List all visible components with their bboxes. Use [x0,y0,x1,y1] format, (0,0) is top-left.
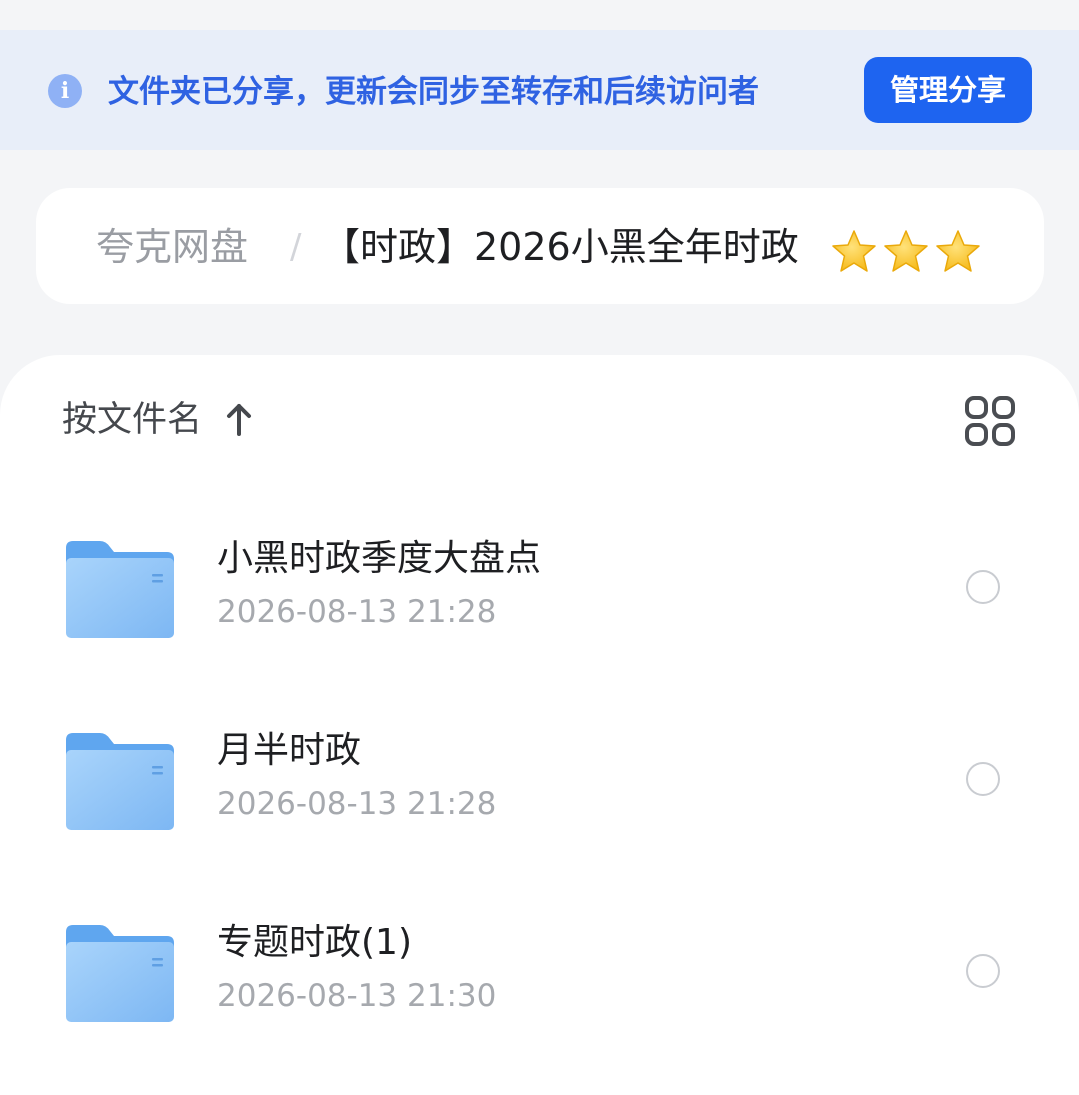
breadcrumb-root-link[interactable]: 夸克网盘 [96,224,248,270]
breadcrumb-current-folder: 【时政】2026小黑全年时政 [322,225,799,269]
select-radio[interactable] [966,570,1000,604]
file-row[interactable]: 月半时政 2026-08-13 21:28 [0,712,1079,862]
info-icon: i [48,74,82,108]
file-row[interactable]: 小黑时政季度大盘点 2026-08-13 21:28 [0,520,1079,670]
folder-icon [66,925,174,1022]
folder-icon [66,541,174,638]
star-icon [832,230,876,272]
grid-view-icon[interactable] [964,395,1016,447]
file-name: 专题时政(1) [217,922,412,963]
share-notice-banner: i 文件夹已分享，更新会同步至转存和后续访问者 管理分享 [0,30,1079,150]
file-name: 月半时政 [217,730,362,771]
share-folder-page: i 文件夹已分享，更新会同步至转存和后续访问者 管理分享 夸克网盘 / 【时政】… [0,0,1079,1095]
file-date: 2026-08-13 21:28 [217,594,497,630]
breadcrumb: 夸克网盘 / 【时政】2026小黑全年时政 [36,188,1044,304]
star-rating [830,228,982,276]
breadcrumb-separator: / [290,227,302,267]
sort-by-name-button[interactable]: 按文件名 [62,398,202,442]
share-notice-text: 文件夹已分享，更新会同步至转存和后续访问者 [108,74,759,110]
file-date: 2026-08-13 21:30 [217,978,497,1014]
manage-share-button[interactable]: 管理分享 [864,57,1032,123]
file-date: 2026-08-13 21:28 [217,786,497,822]
arrow-up-icon[interactable] [224,402,254,438]
star-icon [884,230,928,272]
select-radio[interactable] [966,762,1000,796]
select-radio[interactable] [966,954,1000,988]
file-name: 小黑时政季度大盘点 [217,538,542,579]
file-list-panel: 按文件名 小黑时政季度大盘点 2026-08-13 21:28 月半时政 202… [0,355,1079,1095]
star-icon [936,230,980,272]
folder-icon [66,733,174,830]
file-row[interactable]: 专题时政(1) 2026-08-13 21:30 [0,904,1079,1054]
